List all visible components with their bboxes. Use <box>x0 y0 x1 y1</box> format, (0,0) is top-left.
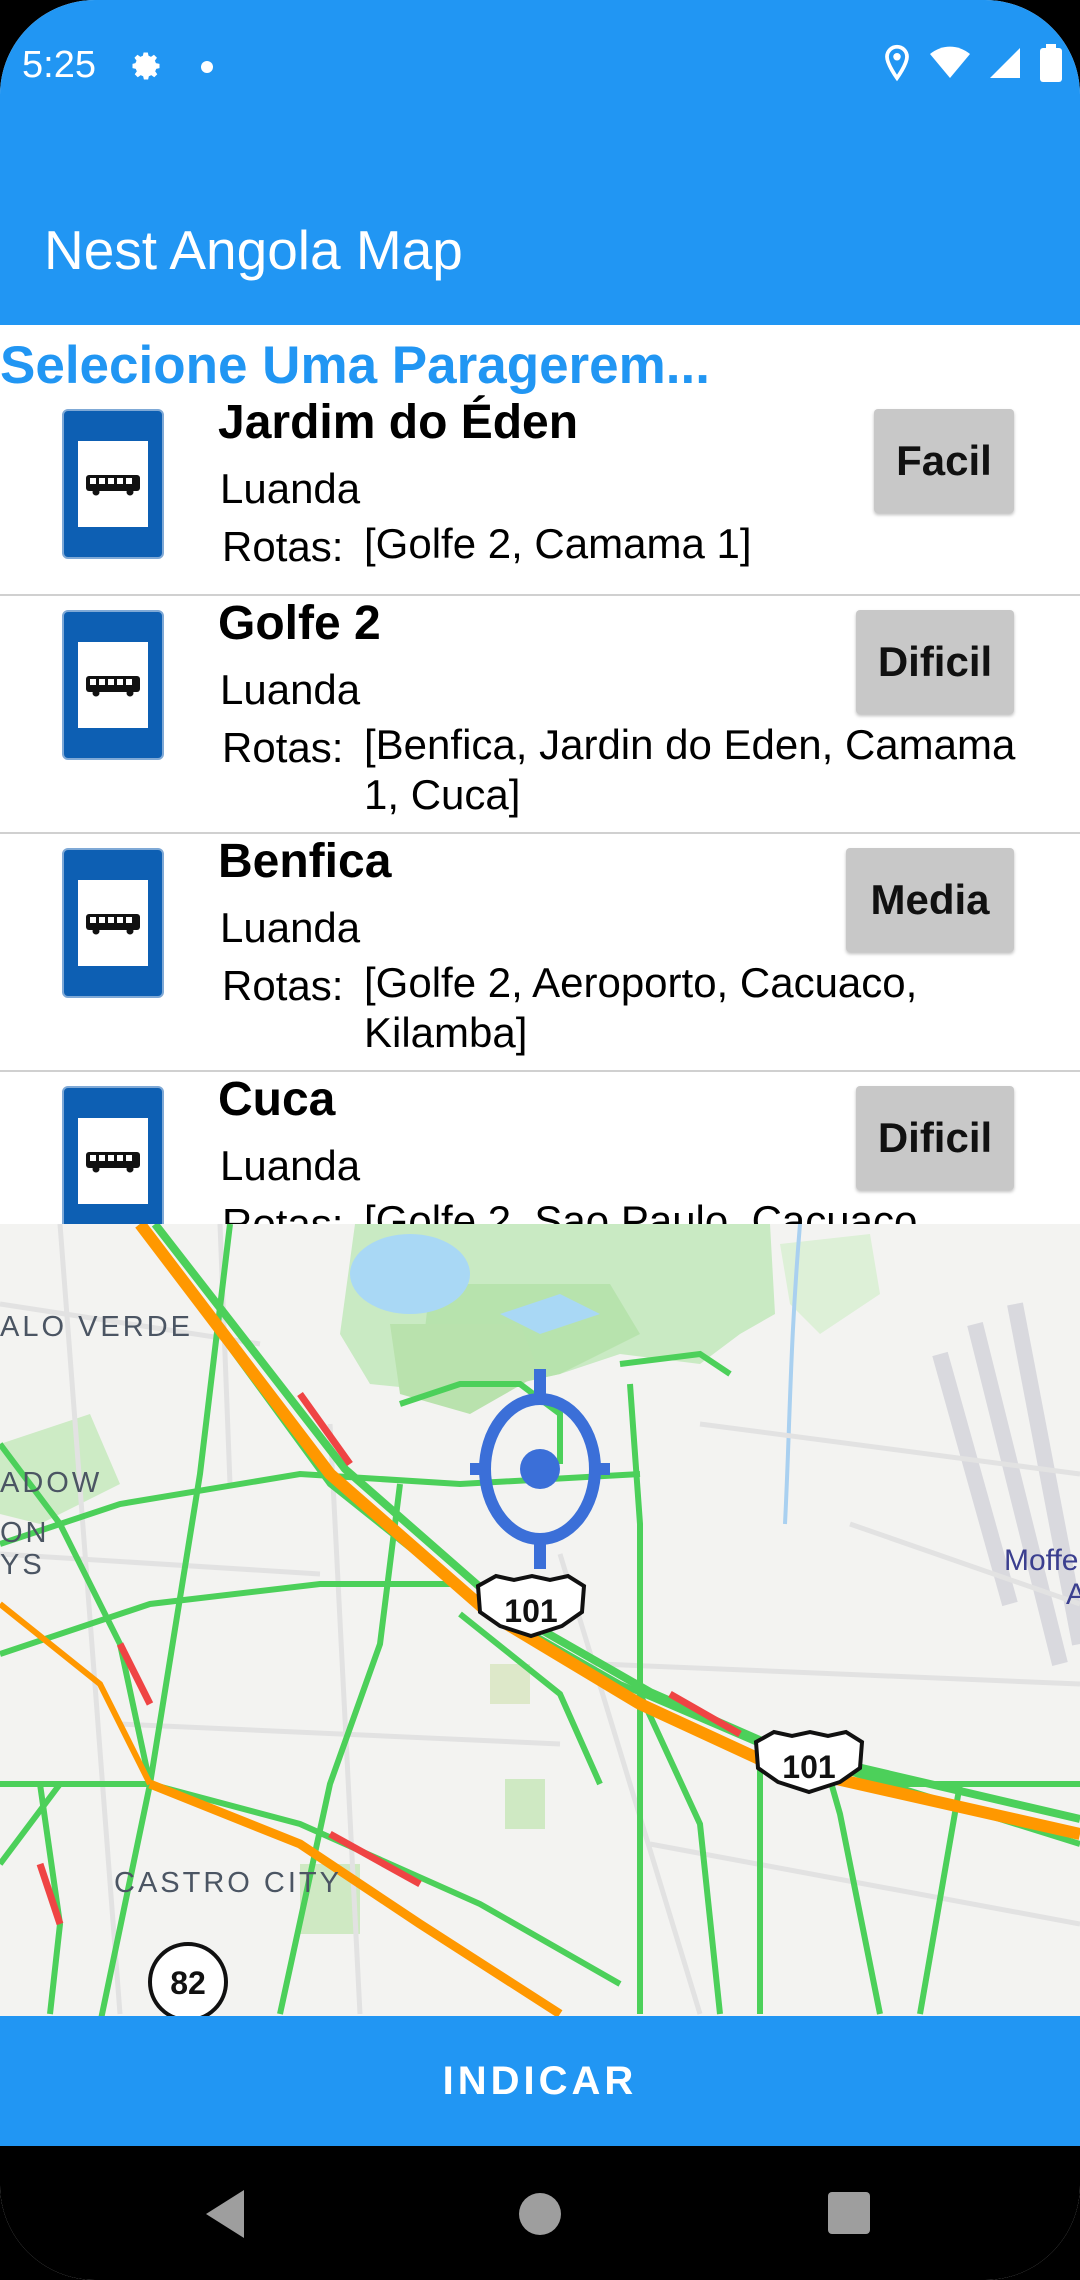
bus-stop-icon <box>62 848 164 998</box>
rotas-label: Rotas: <box>222 1200 344 1225</box>
stop-city: Luanda <box>220 904 361 951</box>
map-label-meadow: ADOW <box>0 1467 102 1499</box>
stop-name: Benfica <box>218 835 392 888</box>
rotas-label: Rotas: <box>222 962 344 1009</box>
svg-text:101: 101 <box>782 1749 835 1785</box>
app-bar: 5:25 Nest Angola Map <box>0 0 1080 325</box>
lake <box>350 1234 470 1314</box>
stop-routes: [Benfica, Jardin do Eden, Camama 1, Cuca… <box>364 721 1016 818</box>
stop-city: Luanda <box>220 465 361 512</box>
map-label-on: ON <box>0 1517 50 1549</box>
svg-text:101: 101 <box>504 1593 557 1629</box>
highway-shield: 101 <box>475 1573 587 1639</box>
difficulty-button[interactable]: Facil <box>874 409 1014 513</box>
stop-routes: [Golfe 2, Sao Paulo, Cacuaco, ... <box>364 1197 976 1225</box>
status-time: 5:25 <box>22 44 96 86</box>
map-label-castro-city: CASTRO CITY <box>114 1867 342 1899</box>
rotas-label: Rotas: <box>222 724 344 771</box>
stop-name: Jardim do Éden <box>218 396 579 449</box>
notification-dot-icon <box>200 60 214 79</box>
list-item[interactable]: Cuca Luanda Rotas: [Golfe 2, Sao Paulo, … <box>0 1072 1080 1225</box>
bus-stop-icon <box>62 1086 164 1225</box>
battery-icon <box>1040 44 1062 87</box>
svg-text:82: 82 <box>170 1965 206 2001</box>
map-label-palo-verde: ALO VERDE <box>0 1311 193 1343</box>
signal-icon <box>988 46 1022 85</box>
indicar-button[interactable]: INDICAR <box>0 2016 1080 2146</box>
bus-stop-icon <box>62 610 164 760</box>
rotas-label: Rotas: <box>222 523 344 570</box>
back-icon[interactable] <box>200 2186 250 2247</box>
app-title: Nest Angola Map <box>44 219 463 281</box>
map-label-moffett-2: A <box>1066 1578 1080 1611</box>
difficulty-button[interactable]: Dificil <box>856 1086 1014 1190</box>
stop-city: Luanda <box>220 666 361 713</box>
list-prompt: Selecione Uma Paragerem... <box>0 336 710 395</box>
status-bar: 5:25 <box>0 0 1080 135</box>
difficulty-button[interactable]: Media <box>846 848 1014 952</box>
stop-city: Luanda <box>220 1142 361 1189</box>
map-label-ys: YS <box>0 1549 45 1581</box>
map-label-moffett: Moffe <box>1004 1544 1079 1577</box>
stop-routes: [Golfe 2, Camama 1] <box>364 520 752 567</box>
airport-runways <box>932 1302 1080 1666</box>
list-item[interactable]: Golfe 2 Luanda Rotas: [Benfica, Jardin d… <box>0 596 1080 834</box>
park-area <box>490 1664 530 1704</box>
status-icons <box>882 44 1062 87</box>
system-nav-bar <box>0 2146 1080 2280</box>
stop-name: Golfe 2 <box>218 597 381 650</box>
map-view[interactable]: ALO VERDE ADOW ON YS CASTRO CITY Moffe A… <box>0 1224 1080 2016</box>
recents-icon[interactable] <box>826 2190 872 2241</box>
map-canvas[interactable]: ALO VERDE ADOW ON YS CASTRO CITY Moffe A… <box>0 1224 1080 2016</box>
difficulty-button[interactable]: Dificil <box>856 610 1014 714</box>
list-item[interactable]: Benfica Luanda Rotas: [Golfe 2, Aeroport… <box>0 834 1080 1072</box>
stop-list[interactable]: Selecione Uma Paragerem... Jardim do Éde… <box>0 325 1080 1225</box>
settings-gear-icon <box>128 48 164 89</box>
stop-routes: [Golfe 2, Aeroporto, Cacuaco, Kilamba] <box>364 959 918 1056</box>
stop-name: Cuca <box>218 1073 336 1126</box>
location-icon <box>882 44 912 87</box>
phone-screen: 5:25 Nest Angola Map Selecione Uma Parag… <box>0 0 1080 2280</box>
home-icon[interactable] <box>516 2190 564 2243</box>
wifi-icon <box>930 46 970 85</box>
bus-stop-icon <box>62 409 164 559</box>
list-item[interactable]: Jardim do Éden Luanda Rotas: [Golfe 2, C… <box>0 395 1080 596</box>
park-area <box>505 1779 545 1829</box>
route-shield: 82 <box>148 1942 228 2016</box>
